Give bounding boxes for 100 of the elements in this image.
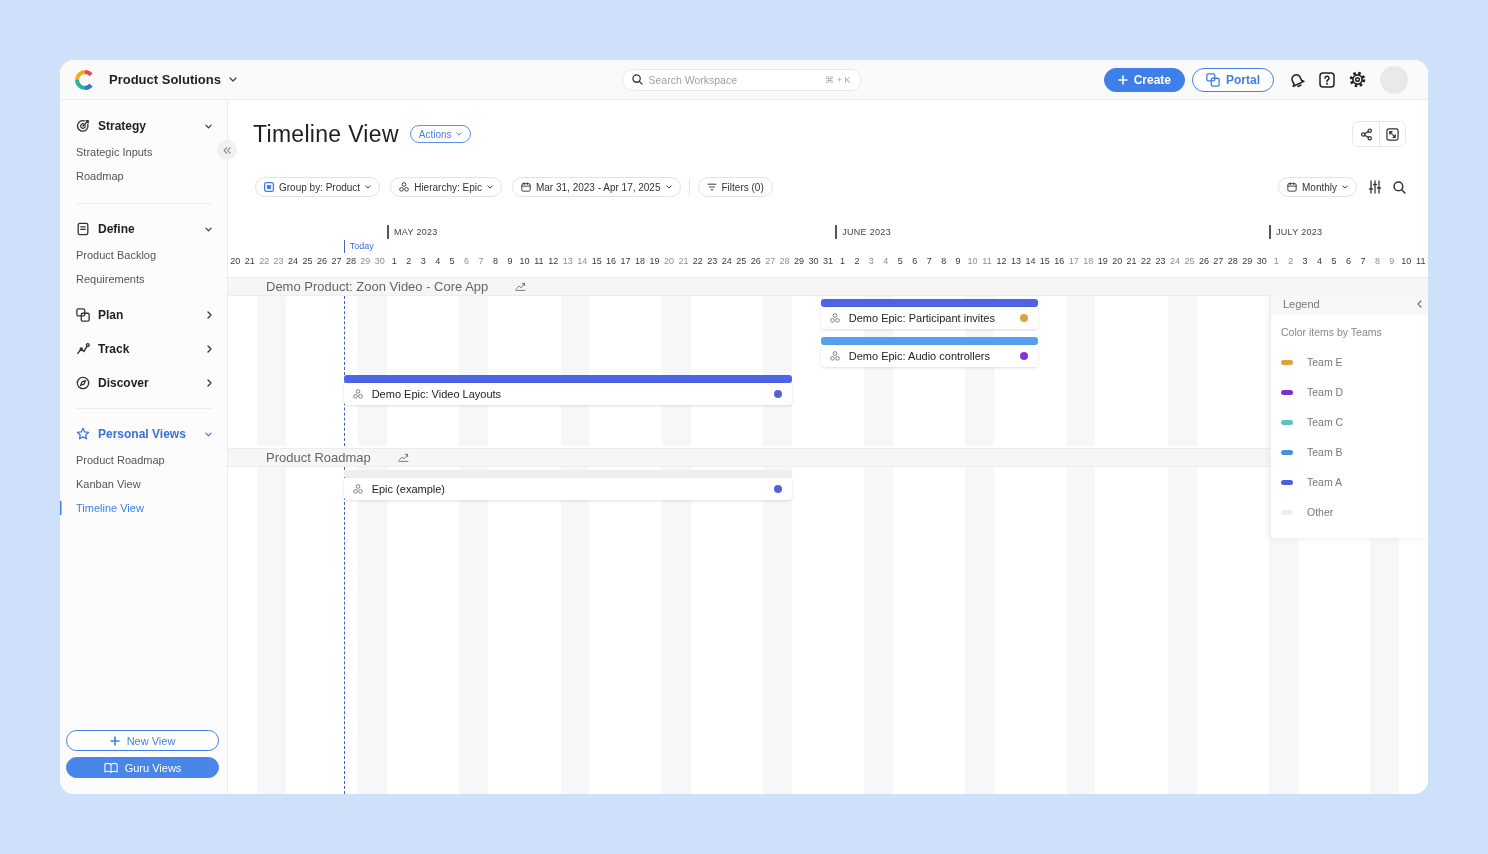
hierarchy-icon [829,351,840,361]
section-header[interactable]: Personal Views [60,424,227,444]
day-label: 6 [1344,255,1352,268]
sidebar-item[interactable]: Product Roadmap [60,448,169,472]
day-label: 13 [561,255,574,268]
group-by-dropdown[interactable]: Group by: Product [255,177,381,197]
epic-card[interactable]: Demo Epic: Audio controllers [820,345,1038,367]
day-label: 1 [390,255,398,268]
day-label: 2 [405,255,413,268]
day-label: 9 [506,255,514,268]
day-label: 11 [533,255,545,268]
section-header[interactable]: Plan [60,305,227,325]
day-label: 22 [1140,255,1153,268]
search-icon[interactable] [1393,180,1406,194]
sidebar-item[interactable]: Kanban View [60,472,145,496]
section-header[interactable]: Track [60,339,227,359]
search-icon [631,74,643,85]
epic-card[interactable]: Epic (example) [343,478,792,500]
workspace-switcher[interactable]: Product Solutions [109,72,237,87]
legend-subtitle: Color items by Teams [1281,326,1382,338]
section-header[interactable]: Discover [60,373,227,393]
overlapping-squares-icon [1206,72,1220,87]
share-icon [1359,127,1373,141]
day-label: 11 [1415,255,1427,268]
day-label: 8 [1373,255,1381,268]
day-label: 2 [853,255,861,268]
day-label: 26 [1197,255,1210,268]
day-label: 5 [448,255,456,268]
plus-icon [1117,74,1128,85]
star-icon [76,427,90,441]
bell-icon[interactable] [1288,71,1305,88]
day-label: 3 [867,255,875,268]
chevron-left-icon[interactable] [1417,299,1422,308]
day-label: 21 [1125,255,1138,268]
day-label: 29 [793,255,806,268]
day-label: 27 [1212,255,1225,268]
shortcut-hint: ⌘ + K [825,74,851,85]
day-label: 19 [648,255,661,268]
day-label: 15 [590,255,603,268]
day-label: 25 [301,255,314,268]
legend-label: Team C [1307,416,1344,428]
guru-views-button[interactable]: Guru Views [66,757,219,778]
collapse-sidebar-button[interactable] [217,140,237,160]
caret-icon [665,185,672,189]
help-icon[interactable] [1319,71,1335,88]
legend-label: Team D [1307,386,1344,398]
day-label: 23 [1154,255,1167,268]
epic-card[interactable]: Demo Epic: Participant invites [820,307,1038,329]
day-label: 23 [272,255,285,268]
fullscreen-button[interactable] [1379,122,1405,146]
zoom-dropdown[interactable]: Monthly [1278,177,1357,197]
day-label: 23 [706,255,719,268]
epic-card[interactable]: Demo Epic: Video Layouts [343,383,792,405]
day-label: 13 [1009,255,1022,268]
month-label: MAY 2023 [387,225,438,239]
square-icon [264,182,274,192]
day-label: 4 [434,255,442,268]
day-label: 9 [1388,255,1396,268]
day-label: 27 [330,255,343,268]
portal-button[interactable]: Portal [1192,67,1274,92]
logo-icon[interactable] [75,69,95,90]
sidebar-item[interactable]: Roadmap [60,164,128,188]
caret-icon [365,185,372,189]
legend-label: Other [1307,506,1334,518]
sidebar-item[interactable]: Product Backlog [60,243,161,267]
section-header[interactable]: Strategy [60,116,227,136]
legend-label: Team E [1307,356,1343,368]
month-label: JULY 2023 [1268,225,1323,239]
day-label: 22 [691,255,704,268]
section-header[interactable]: Define [60,219,227,239]
day-label: 29 [1241,255,1254,268]
compass-icon [76,376,90,390]
sidebar-item[interactable]: Strategic Inputs [60,140,157,164]
day-label: 30 [373,255,386,268]
actions-button[interactable]: Actions [409,125,471,143]
day-label: 4 [1316,255,1324,268]
date-range-dropdown[interactable]: Mar 31, 2023 - Apr 17, 2025 [511,177,681,197]
create-button[interactable]: Create [1103,67,1185,92]
filters-button[interactable]: Filters (0) [697,177,773,197]
sidebar-item[interactable]: Requirements [60,267,149,291]
trend-icon[interactable] [515,282,527,291]
group-title: Demo Product: Zoon Video - Core App [266,279,489,294]
line-chart-icon [76,342,90,356]
day-label: 8 [491,255,499,268]
day-label: 22 [258,255,271,268]
day-label: 24 [720,255,733,268]
day-label: 16 [605,255,618,268]
new-view-button[interactable]: New View [66,730,219,751]
settings-icon[interactable] [1349,71,1366,88]
search-field[interactable]: Search Workspace [648,73,820,86]
day-label: 9 [954,255,962,268]
book-icon [103,762,118,773]
day-label: 24 [1168,255,1181,268]
day-label: 1 [838,255,846,268]
day-label: 15 [1038,255,1051,268]
sliders-icon[interactable] [1368,180,1382,194]
day-label: 29 [359,255,372,268]
trend-icon[interactable] [397,453,409,462]
day-label: 30 [1255,255,1268,268]
hierarchy-dropdown[interactable]: Hierarchy: Epic [390,177,502,197]
